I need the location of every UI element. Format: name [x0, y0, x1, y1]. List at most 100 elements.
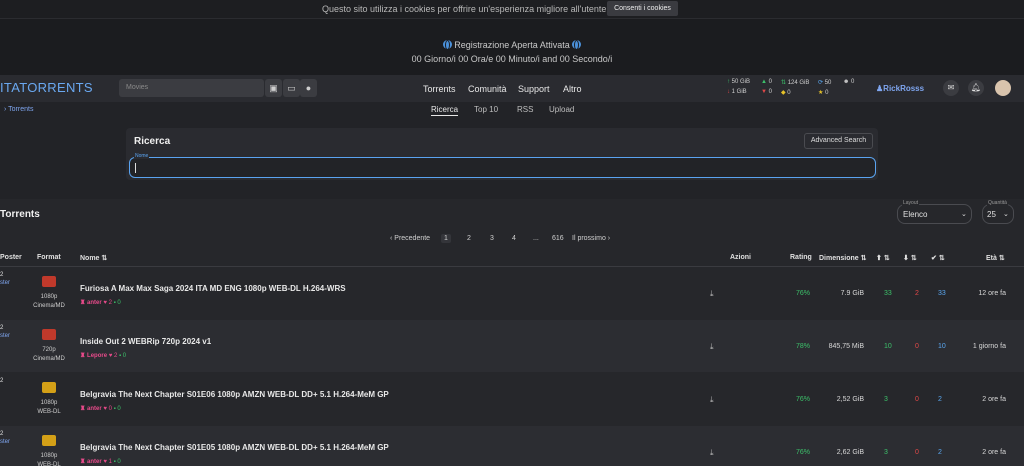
category-icon	[42, 329, 56, 340]
download-user-icon: ▼	[761, 89, 767, 95]
users-icon: ☻	[843, 79, 850, 85]
poster-link[interactable]: ster	[0, 280, 10, 286]
table-row[interactable]	[0, 320, 1024, 372]
movie-filter-icon[interactable]: ▣	[265, 79, 282, 97]
tab-search[interactable]: Ricerca	[431, 105, 459, 116]
page-3[interactable]: 3	[490, 235, 494, 242]
table-row[interactable]	[0, 267, 1024, 319]
nav-community[interactable]: Comunità	[468, 84, 507, 94]
seeders-count[interactable]: 10	[884, 343, 892, 350]
col-leechers[interactable]: ⬇ ⇅	[903, 254, 917, 262]
torrent-name[interactable]: Furiosa A Max Max Saga 2024 ITA MD ENG 1…	[80, 284, 346, 293]
col-rating: Rating	[790, 254, 812, 261]
torrent-meta: ♜ Lepore ♥ 2 ▪ 0	[80, 352, 126, 359]
leechers-count[interactable]: 0	[915, 449, 919, 456]
uploader-link[interactable]: ♜ Lepore	[80, 353, 107, 359]
rating-value: 76%	[796, 396, 811, 403]
table-row[interactable]	[0, 373, 1024, 425]
star-icon: ★	[818, 90, 824, 96]
completed-count[interactable]: 2	[938, 396, 942, 403]
age-value: 2 ore fa	[982, 396, 1006, 403]
registration-countdown: 00 Giorno/i 00 Ora/e 00 Minuto/i and 00 …	[411, 54, 613, 64]
leechers-count[interactable]: 2	[915, 290, 919, 297]
format-label: 1080p	[40, 453, 58, 459]
category-label: WEB-DL	[37, 409, 61, 415]
category-icon	[42, 382, 56, 393]
seeders-count[interactable]: 3	[884, 396, 888, 403]
page-ellipsis: ...	[533, 235, 539, 242]
chevron-down-icon: ⌄	[1003, 211, 1009, 218]
poster-index: 2	[0, 378, 4, 384]
col-completed[interactable]: ✔ ⇅	[931, 254, 945, 262]
uploader-link[interactable]: ♜ anter	[80, 300, 102, 306]
page-4[interactable]: 4	[512, 235, 516, 242]
avatar[interactable]	[995, 80, 1011, 96]
buffer-icon: ⇅	[781, 80, 787, 86]
col-size[interactable]: Dimensione ⇅	[819, 254, 867, 262]
site-logo[interactable]: ITATORRENTS	[0, 80, 93, 95]
uploader-link[interactable]: ♜ anter	[80, 459, 102, 465]
col-name[interactable]: Nome ⇅	[80, 254, 107, 262]
download-icon[interactable]: ⤓	[710, 289, 714, 299]
pagination-next[interactable]: Il prossimo ›	[572, 235, 610, 242]
torrent-name[interactable]: Belgravia The Next Chapter S01E06 1080p …	[80, 390, 389, 399]
nav-more[interactable]: Altro	[563, 84, 582, 94]
page-616[interactable]: 616	[552, 235, 564, 242]
page-1[interactable]: 1	[441, 234, 451, 243]
nav-support[interactable]: Support	[518, 84, 550, 94]
download-icon[interactable]: ⤓	[710, 342, 714, 352]
col-format: Format	[37, 254, 61, 261]
breadcrumb[interactable]: › Torrents	[4, 106, 33, 113]
age-value: 12 ore fa	[978, 290, 1006, 297]
bon-stat: ◆ 0	[781, 90, 791, 96]
download-icon[interactable]: ⤓	[710, 448, 714, 458]
username-link[interactable]: ♟RickRosss	[876, 84, 924, 93]
col-actions: Azioni	[730, 254, 751, 261]
category-label: Cinema/MD	[33, 303, 65, 309]
comments-count: ▪ 0	[117, 353, 127, 359]
person-filter-icon[interactable]: ●	[300, 79, 317, 97]
tv-filter-icon[interactable]: ▭	[283, 79, 300, 97]
poster-index: 2	[0, 325, 4, 331]
thanks-count: ♥ 2	[101, 300, 112, 306]
notifications-icon[interactable]: 🔔︎	[968, 80, 984, 96]
format-label: 1080p	[40, 400, 58, 406]
quantity-label: Quantità	[987, 200, 1008, 206]
col-seeders[interactable]: ⬆ ⇅	[876, 254, 890, 262]
globe-icon	[572, 40, 582, 50]
seeders-count[interactable]: 3	[884, 449, 888, 456]
download-icon[interactable]: ⤓	[710, 395, 714, 405]
pagination-prev[interactable]: ‹ Precedente	[390, 235, 430, 242]
layout-label: Layout	[902, 200, 920, 206]
messages-icon[interactable]: ✉	[943, 80, 959, 96]
name-search-field[interactable]	[129, 157, 876, 178]
buffer-stat: ⇅ 124 GiB	[781, 80, 810, 86]
tab-top10[interactable]: Top 10	[474, 105, 498, 114]
accept-cookies-button[interactable]: Consenti i cookies	[607, 1, 678, 16]
tab-rss[interactable]: RSS	[517, 105, 533, 114]
upload-stat: ↑ 50 GiB	[727, 79, 751, 85]
advanced-search-button[interactable]: Advanced Search	[804, 133, 873, 149]
tab-upload[interactable]: Upload	[549, 105, 574, 114]
poster-link[interactable]: ster	[0, 439, 10, 445]
nav-torrents[interactable]: Torrents	[423, 84, 456, 94]
col-age[interactable]: Età ⇅	[986, 254, 1005, 262]
seeding-stat: ▲ 0	[761, 79, 772, 85]
poster-link[interactable]: ster	[0, 333, 10, 339]
completed-count[interactable]: 33	[938, 290, 946, 297]
uploader-link[interactable]: ♜ anter	[80, 406, 102, 412]
leechers-count[interactable]: 0	[915, 396, 919, 403]
leechers-count[interactable]: 0	[915, 343, 919, 350]
seeders-count[interactable]: 33	[884, 290, 892, 297]
torrent-meta: ♜ anter ♥ 1 ▪ 0	[80, 458, 121, 465]
completed-count[interactable]: 2	[938, 449, 942, 456]
registration-status: Registrazione Aperta Attivata	[0, 40, 1024, 50]
completed-count[interactable]: 10	[938, 343, 946, 350]
torrent-name[interactable]: Belgravia The Next Chapter S01E05 1080p …	[80, 443, 389, 452]
category-label: Cinema/MD	[33, 356, 65, 362]
torrent-name[interactable]: Inside Out 2 WEBRip 720p 2024 v1	[80, 337, 211, 346]
torrent-meta: ♜ anter ♥ 2 ▪ 0	[80, 299, 121, 306]
page-2[interactable]: 2	[467, 235, 471, 242]
size-value: 2,62 GiB	[836, 449, 864, 456]
chevron-down-icon: ⌄	[961, 211, 967, 218]
